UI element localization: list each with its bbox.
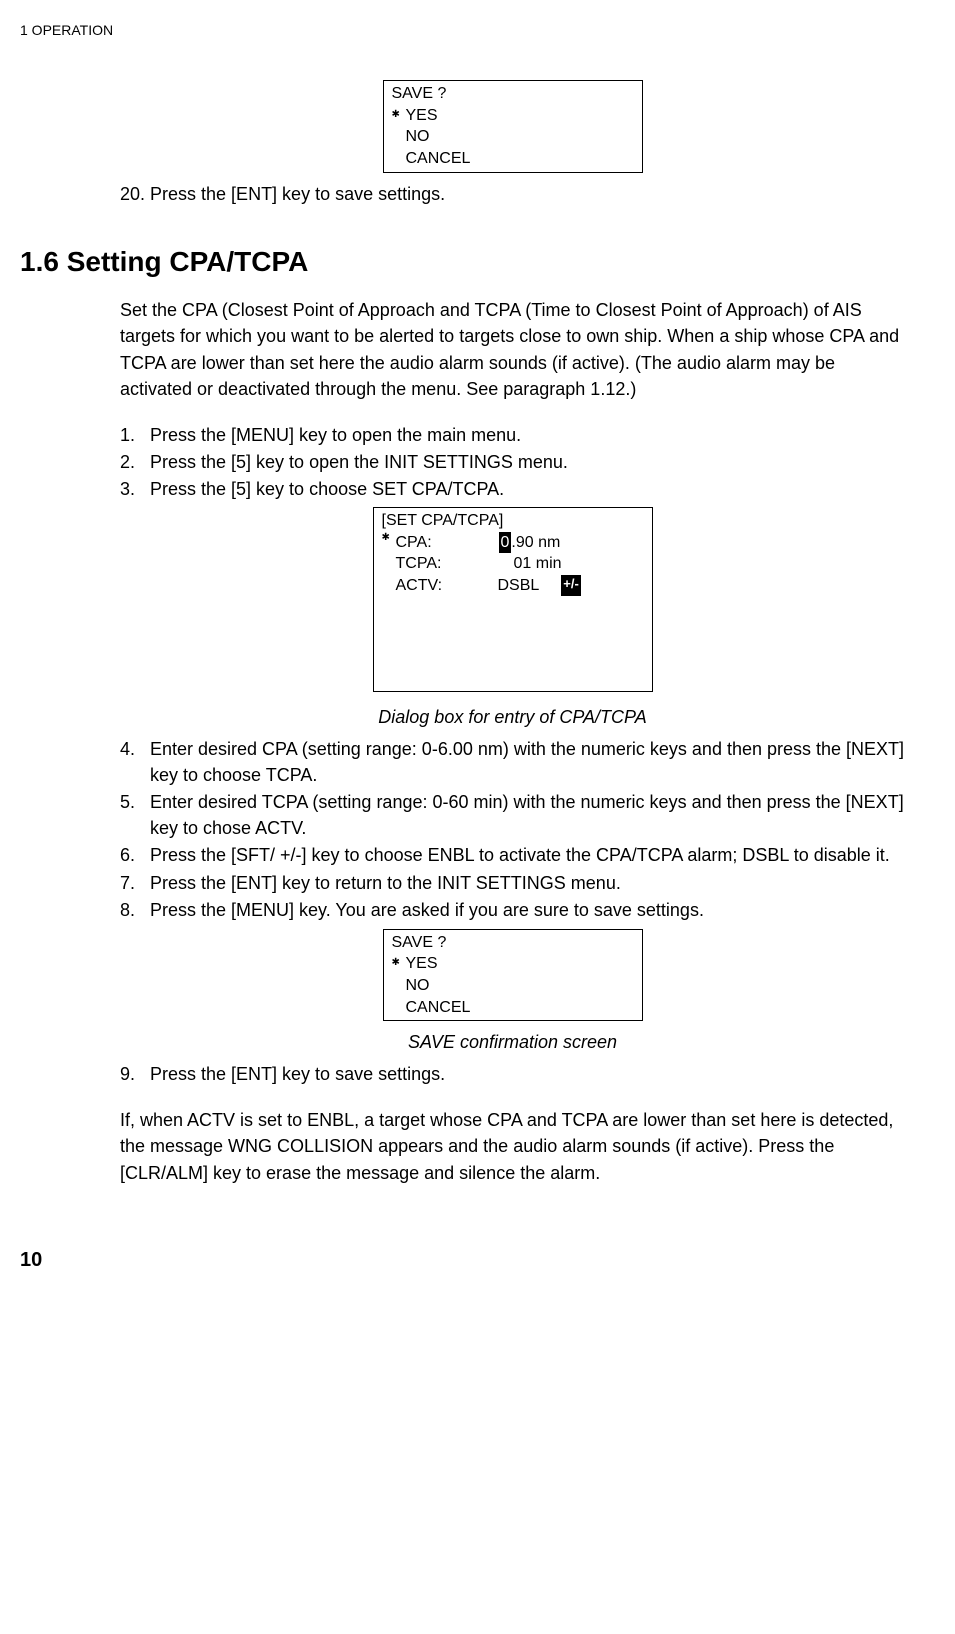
step-text: Enter desired TCPA (setting range: 0-60 … <box>150 789 905 841</box>
step-text: Press the [MENU] key. You are asked if y… <box>150 897 905 923</box>
save-title: SAVE ? <box>392 932 634 954</box>
tcpa-label: TCPA: <box>396 553 476 575</box>
save-no-row: NO <box>392 975 634 997</box>
selection-marker-icon: ✱ <box>392 108 406 122</box>
cpa-row: ✱ CPA: 0.90 nm <box>382 532 644 554</box>
plus-minus-icon: +/- <box>561 575 581 597</box>
list-item: 2.Press the [5] key to open the INIT SET… <box>120 449 905 475</box>
actv-label: ACTV: <box>396 575 476 597</box>
actv-row: ACTV: DSBL +/- <box>382 575 644 597</box>
save-dialog-2: SAVE ? ✱YES NO CANCEL <box>383 929 643 1021</box>
caption-cpa: Dialog box for entry of CPA/TCPA <box>120 704 905 730</box>
save-no: NO <box>406 128 430 145</box>
step-text: Press the [5] key to open the INIT SETTI… <box>150 449 905 475</box>
step-text: Enter desired CPA (setting range: 0-6.00… <box>150 736 905 788</box>
actv-value: DSBL <box>476 575 540 597</box>
save-cancel-row: CANCEL <box>392 148 634 170</box>
intro-paragraph: Set the CPA (Closest Point of Approach a… <box>120 297 905 401</box>
step-text: Press the [ENT] key to save settings. <box>150 1061 905 1087</box>
set-cpa-tcpa-dialog: [SET CPA/TCPA] ✱ CPA: 0.90 nm TCPA: 01 m… <box>373 507 653 692</box>
list-item: 8.Press the [MENU] key. You are asked if… <box>120 897 905 923</box>
step-text: Press the [ENT] key to return to the INI… <box>150 870 905 896</box>
tcpa-row: TCPA: 01 min <box>382 553 644 575</box>
cursor-digit: 0 <box>499 532 512 554</box>
section-heading: 1.6 Setting CPA/TCPA <box>20 242 905 283</box>
save-no: NO <box>406 977 430 994</box>
save-cancel: CANCEL <box>406 999 471 1016</box>
page-header: 1 OPERATION <box>20 20 905 40</box>
save-dialog-1: SAVE ? ✱YES NO CANCEL <box>383 80 643 172</box>
step-text: Press the [5] key to choose SET CPA/TCPA… <box>150 476 905 502</box>
steps-list-a: 1.Press the [MENU] key to open the main … <box>120 422 905 502</box>
cpa-value: 0.90 nm <box>476 532 566 554</box>
list-item: 1.Press the [MENU] key to open the main … <box>120 422 905 448</box>
selection-marker-icon: ✱ <box>392 956 406 970</box>
step-20: 20. Press the [ENT] key to save settings… <box>120 181 905 207</box>
list-item: 7.Press the [ENT] key to return to the I… <box>120 870 905 896</box>
outro-paragraph: If, when ACTV is set to ENBL, a target w… <box>120 1107 905 1185</box>
save-yes-row: ✱YES <box>392 953 634 975</box>
page-number: 10 <box>20 1246 905 1275</box>
list-item: 6.Press the [SFT/ +/-] key to choose ENB… <box>120 842 905 868</box>
list-item: 3.Press the [5] key to choose SET CPA/TC… <box>120 476 905 502</box>
selection-marker-icon: ✱ <box>382 531 396 553</box>
steps-list-b: 4.Enter desired CPA (setting range: 0-6.… <box>120 736 905 923</box>
cpa-label: CPA: <box>396 532 476 554</box>
save-cancel: CANCEL <box>406 150 471 167</box>
save-title: SAVE ? <box>392 83 634 105</box>
list-item: 5.Enter desired TCPA (setting range: 0-6… <box>120 789 905 841</box>
tcpa-value: 01 min <box>476 553 566 575</box>
step-text: Press the [SFT/ +/-] key to choose ENBL … <box>150 842 905 868</box>
save-cancel-row: CANCEL <box>392 997 634 1019</box>
steps-list-c: 9.Press the [ENT] key to save settings. <box>120 1061 905 1087</box>
save-yes-row: ✱YES <box>392 105 634 127</box>
list-item: 4.Enter desired CPA (setting range: 0-6.… <box>120 736 905 788</box>
caption-save: SAVE confirmation screen <box>120 1029 905 1055</box>
list-item: 9.Press the [ENT] key to save settings. <box>120 1061 905 1087</box>
cpa-title: [SET CPA/TCPA] <box>382 510 644 532</box>
step-text: Press the [MENU] key to open the main me… <box>150 422 905 448</box>
save-yes: YES <box>406 107 438 124</box>
save-no-row: NO <box>392 126 634 148</box>
save-yes: YES <box>406 955 438 972</box>
